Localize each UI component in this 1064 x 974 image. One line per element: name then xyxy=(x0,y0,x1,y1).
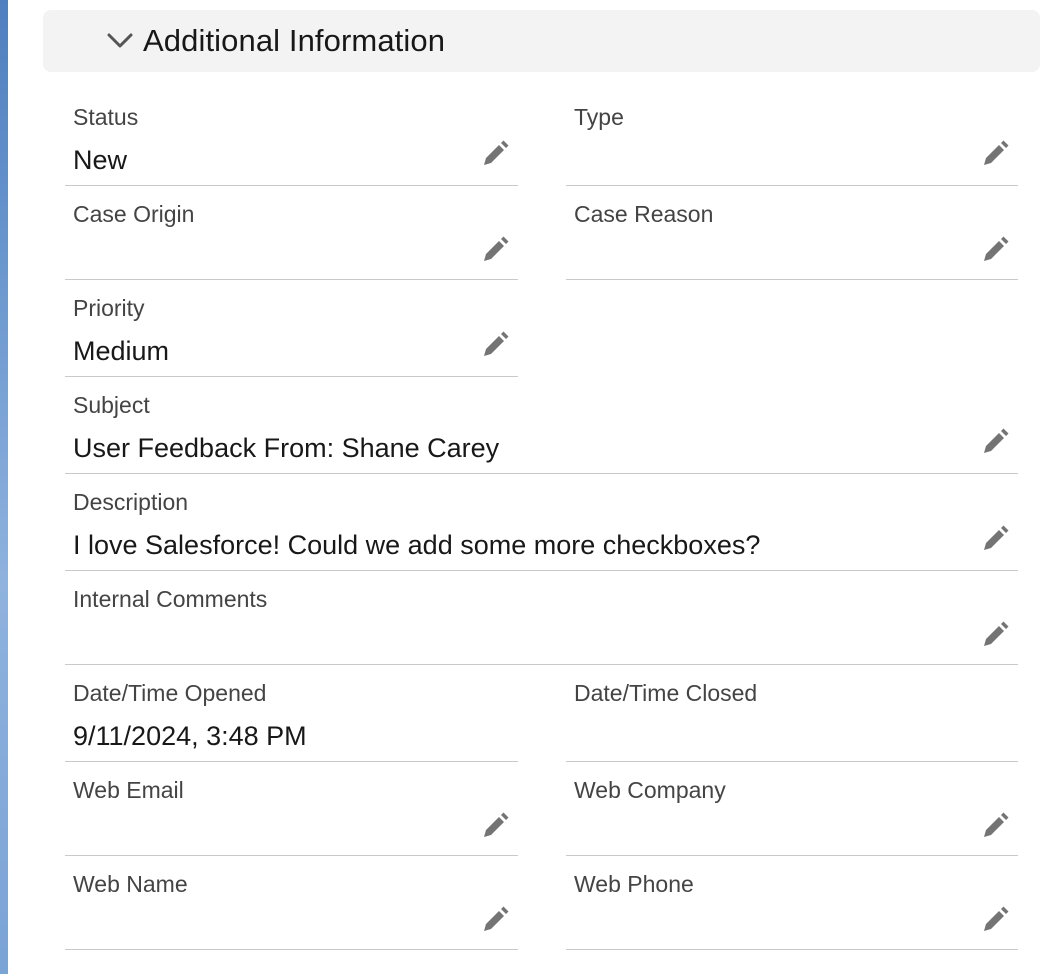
field-label: Web Name xyxy=(73,871,188,897)
pencil-icon[interactable] xyxy=(479,331,509,361)
field-value: I love Salesforce! Could we add some mor… xyxy=(73,530,761,560)
field-label: Case Reason xyxy=(574,201,714,227)
field-value: New xyxy=(73,145,128,175)
field-case-reason: Case Reason xyxy=(566,197,1018,280)
pencil-icon[interactable] xyxy=(979,236,1009,266)
field-label: Date/Time Closed xyxy=(574,680,758,706)
field-internal-comments: Internal Comments xyxy=(65,582,1018,665)
background-edge xyxy=(0,0,8,974)
field-label: Web Company xyxy=(574,777,726,803)
pencil-icon[interactable] xyxy=(479,906,509,936)
pencil-icon[interactable] xyxy=(479,812,509,842)
field-label: Web Phone xyxy=(574,871,694,897)
field-value: 9/11/2024, 3:48 PM xyxy=(73,721,307,751)
field-status: Status New xyxy=(65,100,518,186)
chevron-down-icon[interactable] xyxy=(103,24,137,58)
field-subject: Subject User Feedback From: Shane Carey xyxy=(65,388,1018,474)
field-label: Date/Time Opened xyxy=(73,680,267,706)
pencil-icon[interactable] xyxy=(479,236,509,266)
field-label: Internal Comments xyxy=(73,586,268,612)
pencil-icon[interactable] xyxy=(979,525,1009,555)
field-label: Description xyxy=(73,489,189,515)
field-datetime-opened: Date/Time Opened 9/11/2024, 3:48 PM xyxy=(65,676,518,762)
field-description: Description I love Salesforce! Could we … xyxy=(65,485,1018,571)
field-case-origin: Case Origin xyxy=(65,197,518,280)
field-web-phone: Web Phone xyxy=(566,867,1018,950)
field-web-name: Web Name xyxy=(65,867,518,950)
field-label: Priority xyxy=(73,295,145,321)
field-label: Type xyxy=(574,104,624,130)
pencil-icon[interactable] xyxy=(979,428,1009,458)
field-label: Subject xyxy=(73,392,150,418)
section-header-additional-information[interactable]: Additional Information xyxy=(43,10,1040,72)
field-web-email: Web Email xyxy=(65,773,518,856)
pencil-icon[interactable] xyxy=(979,140,1009,170)
field-web-company: Web Company xyxy=(566,773,1018,856)
field-value: Medium xyxy=(73,336,170,366)
field-label: Status xyxy=(73,104,139,130)
pencil-icon[interactable] xyxy=(979,812,1009,842)
field-value: User Feedback From: Shane Carey xyxy=(73,433,500,463)
field-type: Type xyxy=(566,100,1018,186)
pencil-icon[interactable] xyxy=(479,140,509,170)
field-label: Web Email xyxy=(73,777,184,803)
pencil-icon[interactable] xyxy=(979,621,1009,651)
field-datetime-closed: Date/Time Closed xyxy=(566,676,1018,762)
field-label: Case Origin xyxy=(73,201,195,227)
pencil-icon[interactable] xyxy=(979,906,1009,936)
section-title: Additional Information xyxy=(143,23,446,58)
field-priority: Priority Medium xyxy=(65,291,518,377)
